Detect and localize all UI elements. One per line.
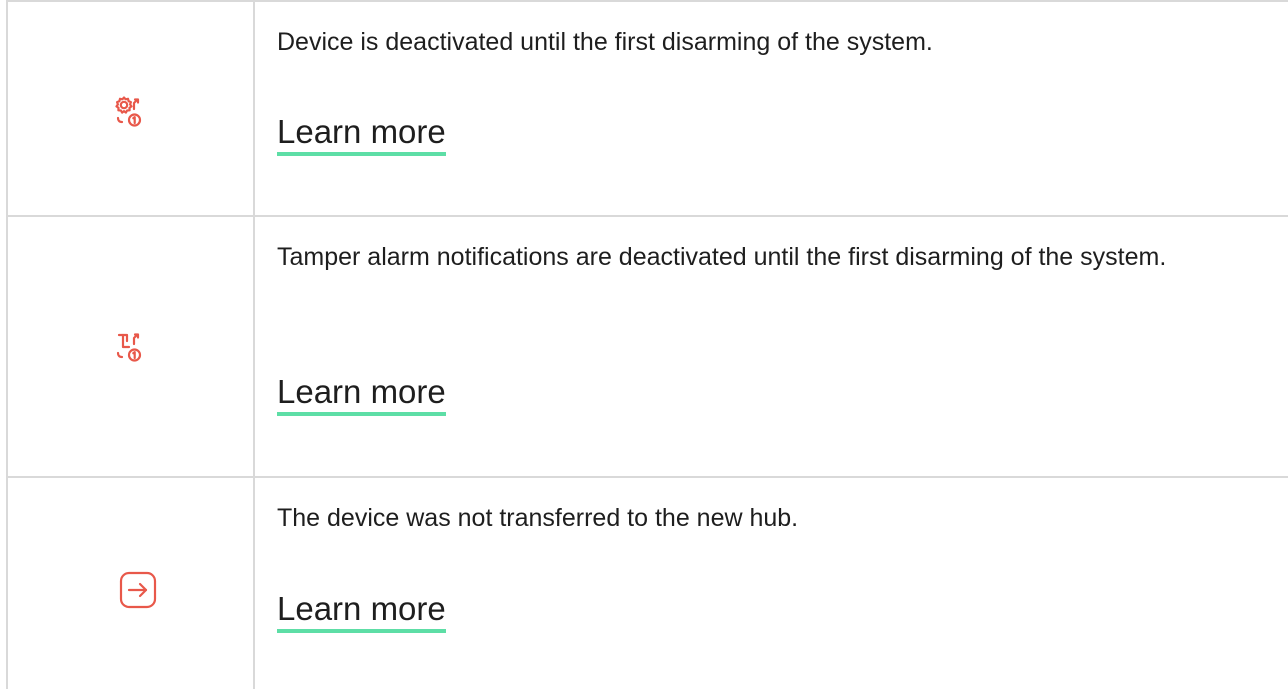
table-row: Device is deactivated until the first di… — [6, 0, 1288, 217]
tamper-deactivated-until-disarm-icon — [109, 327, 149, 367]
icon-legend-table: Device is deactivated until the first di… — [0, 0, 1288, 689]
settings-deactivated-until-disarm-icon — [109, 92, 149, 132]
icon-cell — [6, 478, 253, 693]
icon-cell — [6, 217, 253, 478]
table-row: Tamper alarm notifications are deactivat… — [6, 215, 1288, 478]
learn-more-link[interactable]: Learn more — [277, 112, 446, 156]
row-description: Tamper alarm notifications are deactivat… — [277, 243, 1167, 271]
learn-more-link[interactable]: Learn more — [277, 372, 446, 416]
not-transferred-icon — [118, 570, 158, 610]
table-row: The device was not transferred to the ne… — [6, 476, 1288, 693]
description-cell: Tamper alarm notifications are deactivat… — [277, 217, 1276, 416]
row-description: The device was not transferred to the ne… — [277, 504, 799, 532]
learn-more-link[interactable]: Learn more — [277, 589, 446, 633]
row-description: Device is deactivated until the first di… — [277, 28, 933, 56]
description-cell: The device was not transferred to the ne… — [277, 478, 1276, 633]
description-cell: Device is deactivated until the first di… — [277, 2, 1276, 156]
icon-cell — [6, 2, 253, 217]
